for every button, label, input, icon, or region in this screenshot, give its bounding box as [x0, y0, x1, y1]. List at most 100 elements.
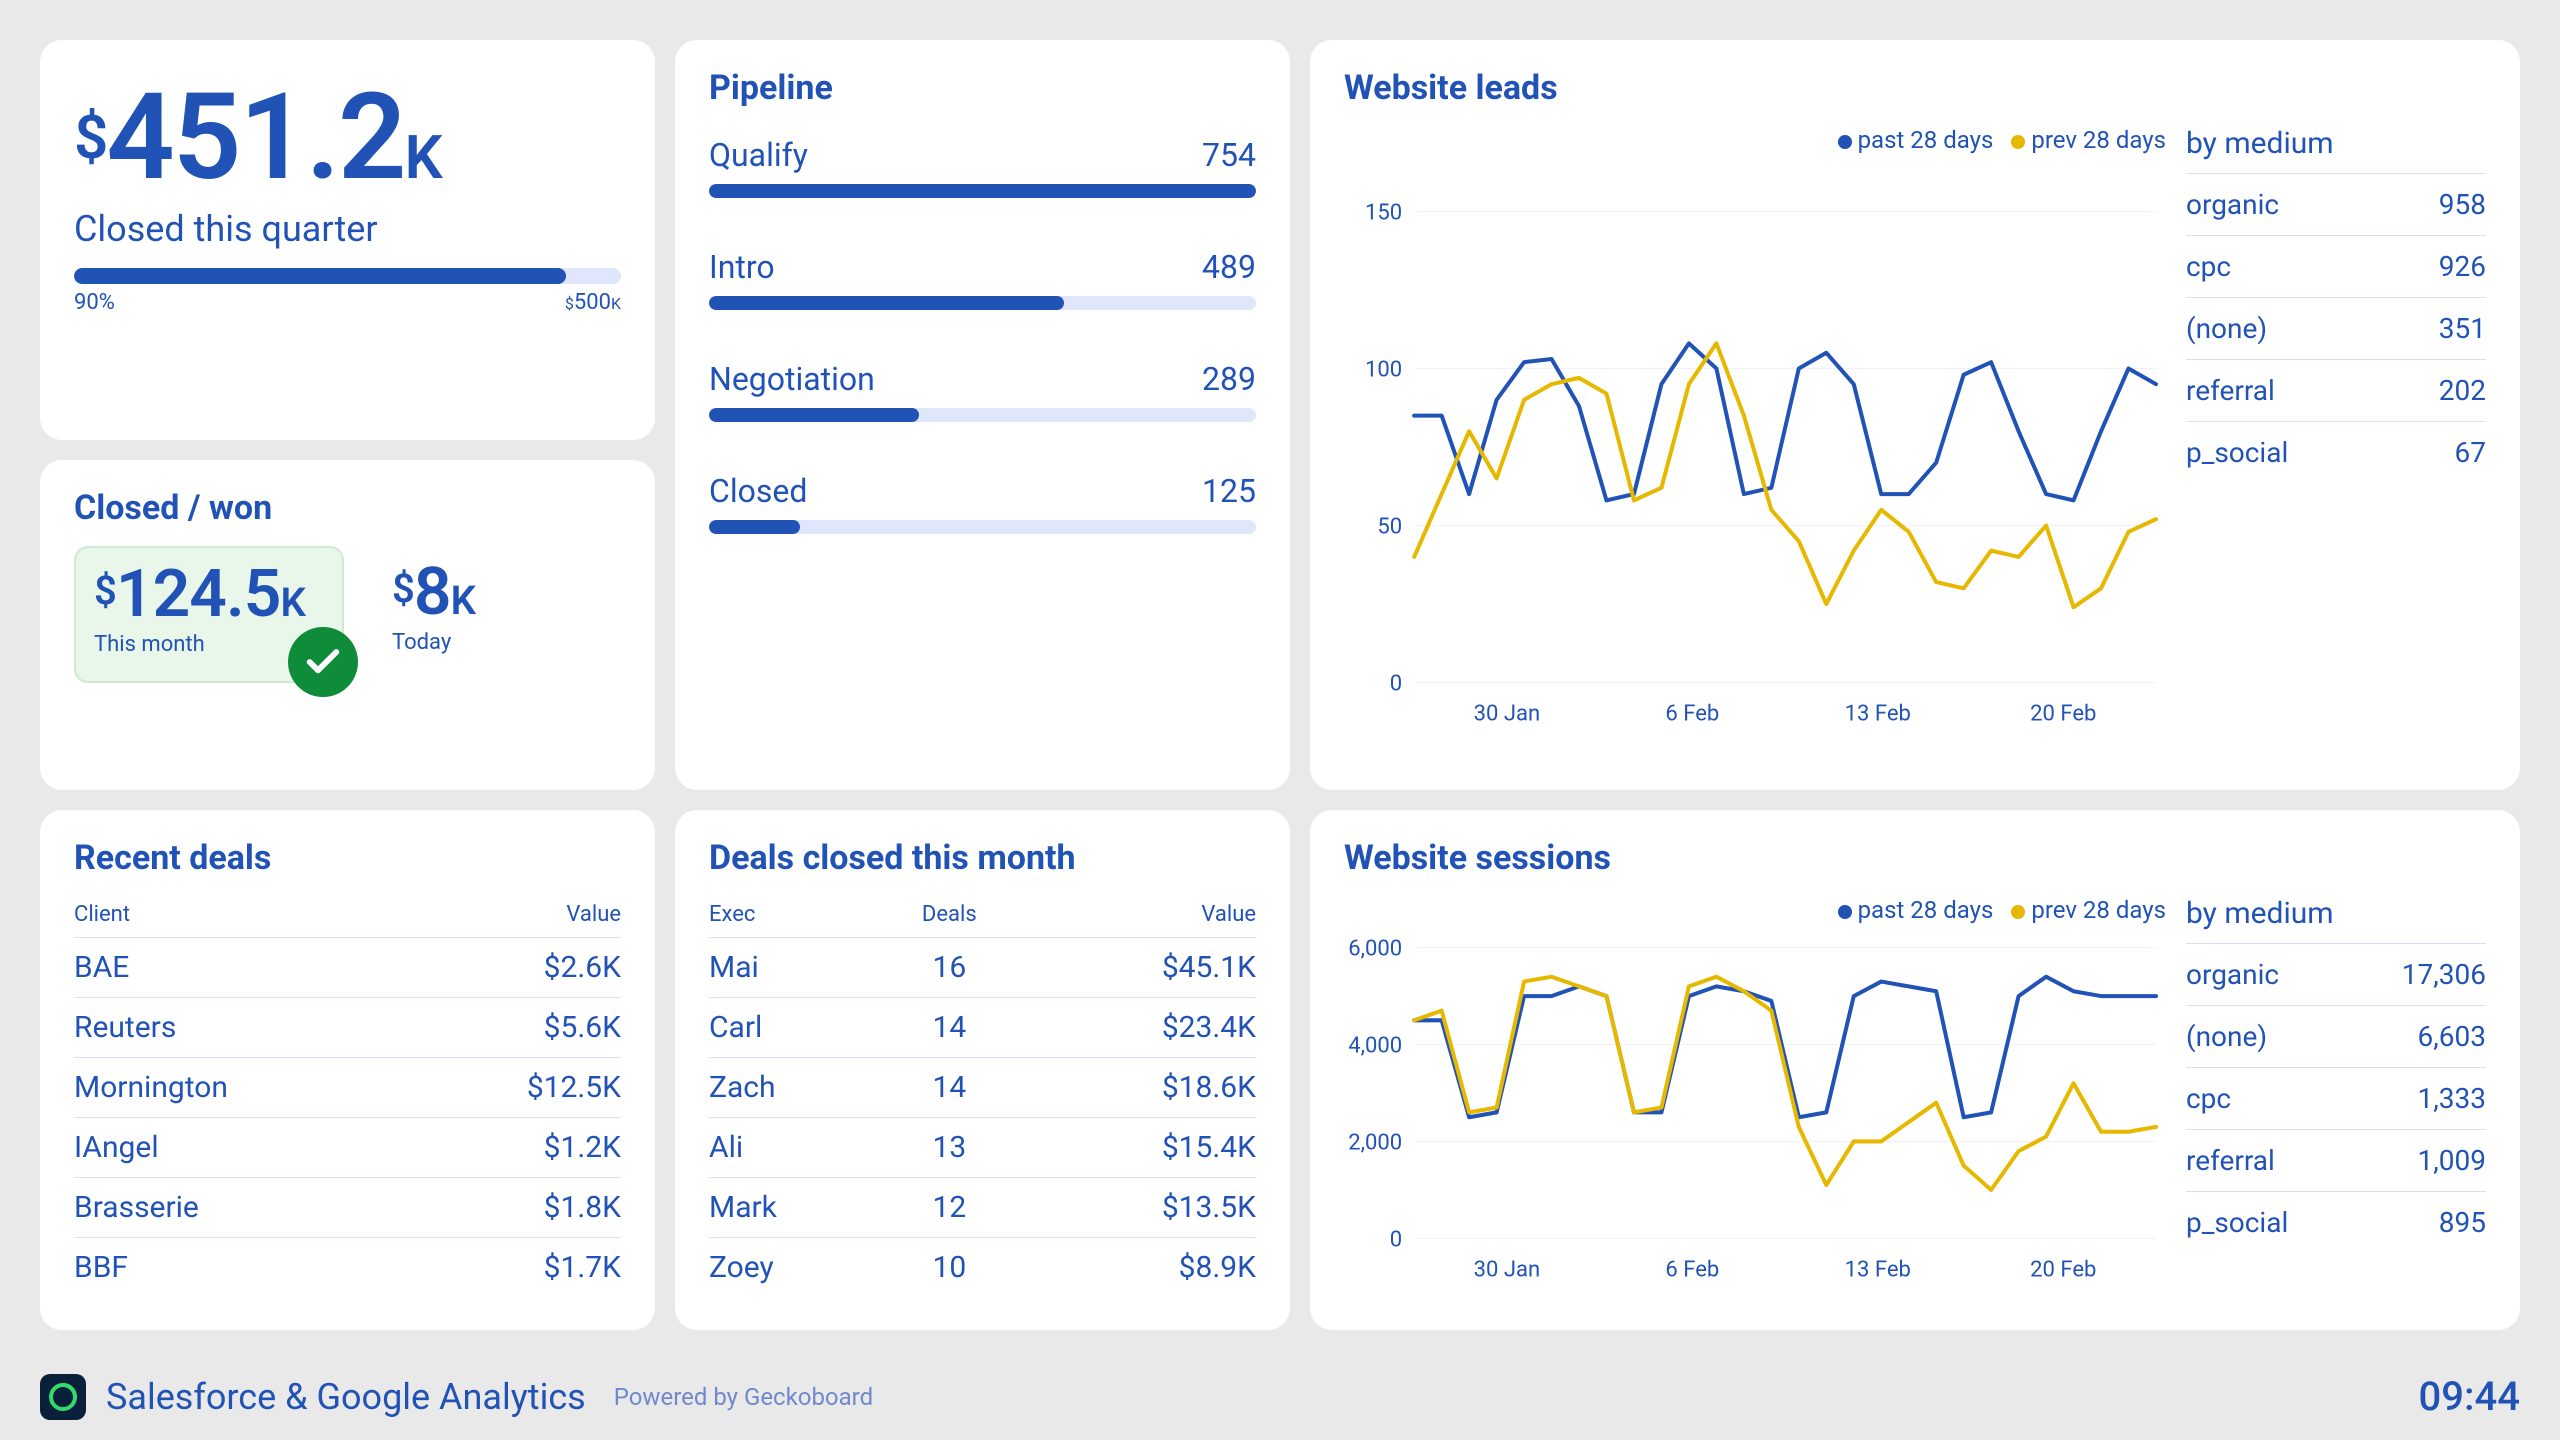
svg-text:50: 50	[1377, 515, 1402, 540]
pipeline-stage: Qualify	[709, 136, 808, 174]
leads-by-medium-title: by medium	[2186, 126, 2486, 161]
cell-exec: Ali	[709, 1118, 880, 1178]
table-row: Ali13$15.4K	[709, 1118, 1256, 1178]
svg-text:13 Feb: 13 Feb	[1845, 702, 1911, 727]
table-row: Zoey10$8.9K	[709, 1238, 1256, 1298]
sessions-by-medium: by medium organic17,306(none)6,603 cpc 1,3…	[2186, 896, 2486, 1300]
cell-client: IAngel	[74, 1118, 413, 1178]
pipeline-count: 489	[1202, 248, 1256, 286]
col-client: Client	[74, 896, 413, 938]
leads-chart: past 28 days prev 28 days 05010015030 Ja…	[1344, 126, 2166, 778]
medium-name: p_social	[2186, 1206, 2288, 1239]
quarter-progress: 90% $500K	[74, 268, 621, 315]
cell-exec: Carl	[709, 998, 880, 1058]
cell-client: Brasserie	[74, 1178, 413, 1238]
medium-name: referral	[2186, 374, 2275, 407]
cell-value: $5.6K	[413, 998, 621, 1058]
cell-value: $15.4K	[1018, 1118, 1256, 1178]
col-exec-value: Value	[1018, 896, 1256, 938]
card-website-sessions: Website sessions past 28 days prev 28 da…	[1310, 810, 2520, 1330]
geckoboard-logo-icon	[40, 1374, 86, 1420]
svg-text:0: 0	[1390, 1227, 1402, 1252]
sessions-chart: past 28 days prev 28 days 02,0004,0006,0…	[1344, 896, 2166, 1300]
medium-value: 958	[2439, 188, 2486, 221]
pipeline-row: Negotiation289	[709, 360, 1256, 422]
recent-deals-table: Client Value BAE$2.6KReuters$5.6KMorning…	[74, 896, 621, 1297]
cell-client: BBF	[74, 1238, 413, 1298]
cell-value: $23.4K	[1018, 998, 1256, 1058]
quarter-progress-left: 90%	[74, 290, 115, 315]
cell-exec: Zoey	[709, 1238, 880, 1298]
cell-deals: 16	[880, 938, 1018, 998]
pipeline-row: Intro 489	[709, 248, 1256, 310]
powered-by: Powered by Geckoboard	[614, 1383, 873, 1411]
medium-row: organic17,306	[2186, 943, 2486, 1005]
cell-deals: 14	[880, 1058, 1018, 1118]
quarter-amount: $451.2K	[74, 78, 621, 198]
table-row: Reuters$5.6K	[74, 998, 621, 1058]
card-website-leads: Website leads past 28 days prev 28 days …	[1310, 40, 2520, 790]
svg-text:150: 150	[1365, 200, 1402, 225]
medium-row: (none)6,603	[2186, 1005, 2486, 1067]
dashboard-title: Salesforce & Google Analytics	[106, 1376, 586, 1418]
svg-text:100: 100	[1365, 357, 1402, 382]
footer: Salesforce & Google Analytics Powered by…	[40, 1373, 2520, 1420]
cell-deals: 10	[880, 1238, 1018, 1298]
medium-value: 202	[2439, 374, 2486, 407]
medium-row: cpc 1,333	[2186, 1067, 2486, 1129]
svg-text:30 Jan: 30 Jan	[1474, 1257, 1541, 1282]
pipeline-count: 125	[1202, 472, 1256, 510]
pipeline-title: Pipeline	[709, 68, 1256, 108]
medium-value: 1,333	[2418, 1082, 2486, 1115]
dashboard-grid: $451.2K Closed this quarter 90% $500K Cl…	[40, 40, 2520, 1340]
cell-value: $1.2K	[413, 1118, 621, 1178]
medium-name: (none)	[2186, 312, 2267, 345]
execs-title: Deals closed this month	[709, 838, 1256, 878]
pipeline-stage: Intro	[709, 248, 775, 286]
medium-name: referral	[2186, 1144, 2275, 1177]
pipeline-row: Qualify 754	[709, 136, 1256, 198]
svg-text:6 Feb: 6 Feb	[1665, 1257, 1719, 1282]
table-row: Mornington$12.5K	[74, 1058, 621, 1118]
card-execs: Deals closed this month Exec Deals Value…	[675, 810, 1290, 1330]
pipeline-count: 754	[1202, 136, 1256, 174]
card-pipeline: Pipeline Qualify 754 Intro 489 Negotiation28…	[675, 40, 1290, 790]
leads-legend: past 28 days prev 28 days	[1838, 126, 2166, 154]
table-row: Zach14$18.6K	[709, 1058, 1256, 1118]
cell-value: $45.1K	[1018, 938, 1256, 998]
cell-exec: Mark	[709, 1178, 880, 1238]
table-row: BAE$2.6K	[74, 938, 621, 998]
quarter-value: 451.2	[106, 68, 404, 208]
cell-deals: 14	[880, 998, 1018, 1058]
cell-value: $2.6K	[413, 938, 621, 998]
svg-text:6,000: 6,000	[1348, 937, 1402, 962]
medium-value: 895	[2439, 1206, 2486, 1239]
svg-text:6 Feb: 6 Feb	[1665, 702, 1719, 727]
closed-won-month: $124.5K This month	[74, 546, 344, 683]
sessions-by-medium-title: by medium	[2186, 896, 2486, 931]
table-row: BBF$1.7K	[74, 1238, 621, 1298]
medium-value: 926	[2439, 250, 2486, 283]
medium-name: (none)	[2186, 1020, 2267, 1053]
cell-value: $12.5K	[413, 1058, 621, 1118]
closed-won-title: Closed / won	[74, 488, 621, 528]
medium-name: cpc	[2186, 1082, 2231, 1115]
cell-value: $1.8K	[413, 1178, 621, 1238]
pipeline-stage: Negotiation	[709, 360, 875, 398]
table-row: Carl14$23.4K	[709, 998, 1256, 1058]
cell-value: $18.6K	[1018, 1058, 1256, 1118]
medium-name: organic	[2186, 188, 2279, 221]
medium-row: cpc926	[2186, 235, 2486, 297]
cell-value: $8.9K	[1018, 1238, 1256, 1298]
cell-client: Mornington	[74, 1058, 413, 1118]
medium-name: p_social	[2186, 436, 2288, 469]
medium-value: 351	[2439, 312, 2486, 345]
cell-value: $1.7K	[413, 1238, 621, 1298]
col-value: Value	[413, 896, 621, 938]
cell-exec: Zach	[709, 1058, 880, 1118]
col-deals: Deals	[880, 896, 1018, 938]
medium-row: p_social67	[2186, 421, 2486, 483]
cell-deals: 12	[880, 1178, 1018, 1238]
svg-text:20 Feb: 20 Feb	[2030, 702, 2096, 727]
table-row: Mark12$13.5K	[709, 1178, 1256, 1238]
